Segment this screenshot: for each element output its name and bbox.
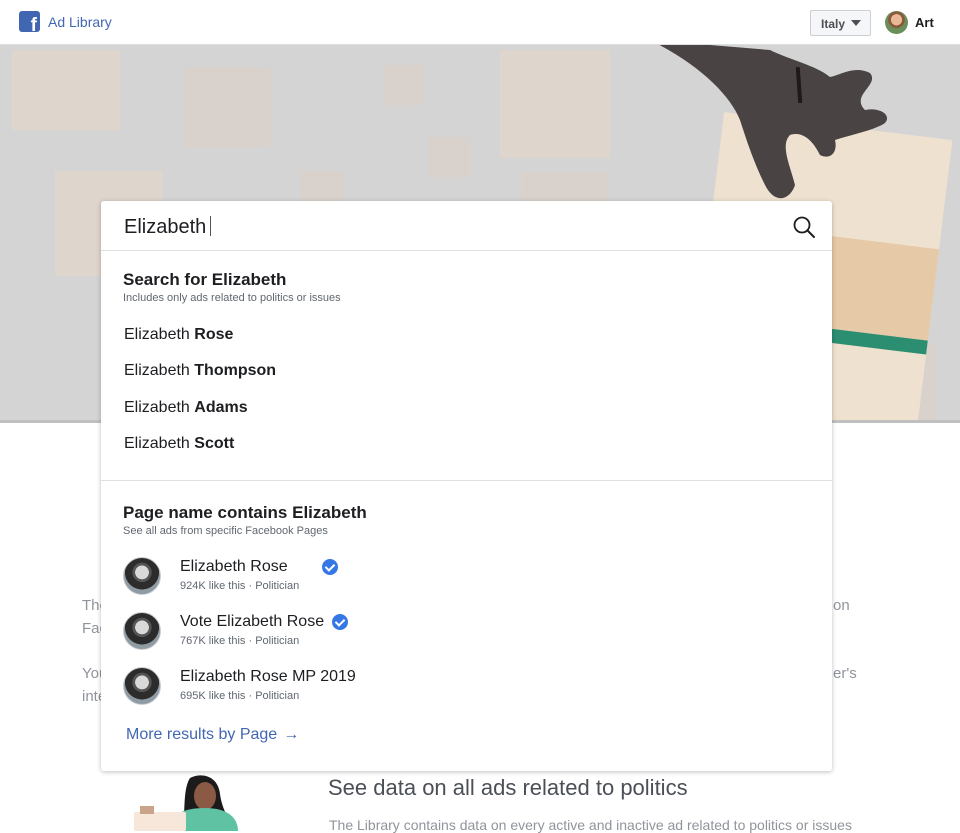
suggestion-match: Adams	[194, 399, 248, 416]
country-select[interactable]: Italy	[810, 10, 871, 36]
chevron-down-icon	[851, 20, 861, 26]
verified-badge-icon	[332, 614, 348, 630]
page-meta: 767K like this · Politician	[180, 635, 300, 647]
page-name: Elizabeth Rose	[180, 558, 288, 575]
suggestion-prefix: Elizabeth	[124, 362, 195, 379]
suggestion-prefix: Elizabeth	[124, 399, 195, 416]
avatar[interactable]	[885, 11, 908, 34]
suggestion-prefix: Elizabeth	[124, 435, 195, 452]
page-result-row[interactable]: Elizabeth Rose 924K like this · Politici…	[101, 557, 832, 607]
suggestion-match: Scott	[194, 435, 235, 452]
search-dropdown: Elizabeth Search for Elizabeth Includes …	[101, 201, 832, 771]
search-input[interactable]: Elizabeth	[124, 216, 212, 239]
search-icon[interactable]	[792, 215, 816, 239]
facebook-logo-icon[interactable]: f	[19, 11, 40, 32]
country-select-value: Italy	[821, 17, 846, 31]
hero-ad-card	[300, 171, 344, 201]
suggestion-item[interactable]: Elizabeth Scott	[124, 435, 234, 453]
section-title: See data on all ads related to politics	[328, 775, 688, 800]
intro-text-fragment: er's	[833, 665, 857, 682]
page-result-row[interactable]: Vote Elizabeth Rose 767K like this · Pol…	[101, 612, 832, 662]
verified-badge-icon	[322, 559, 338, 575]
page-meta: 695K like this · Politician	[180, 690, 300, 702]
group-divider	[101, 480, 832, 481]
search-group-subtitle: Includes only ads related to politics or…	[123, 292, 341, 304]
search-query: Elizabeth	[124, 216, 207, 238]
page-meta: 924K like this · Politician	[180, 580, 300, 592]
page-name: Elizabeth Rose MP 2019	[180, 668, 356, 685]
avatar	[123, 557, 161, 595]
person-illustration	[134, 775, 238, 831]
more-results-link[interactable]: More results by Page →	[126, 726, 299, 744]
search-group-title: Search for Elizabeth	[123, 270, 287, 289]
page-result-row[interactable]: Elizabeth Rose MP 2019 695K like this · …	[101, 667, 832, 717]
hero-ad-card	[428, 137, 470, 177]
page-name: Vote Elizabeth Rose	[180, 613, 325, 630]
page-group-subtitle: See all ads from specific Facebook Pages	[123, 525, 328, 537]
user-name-link[interactable]: Art	[915, 15, 934, 30]
more-results-label: More results by Page	[126, 726, 278, 743]
suggestion-prefix: Elizabeth	[124, 326, 195, 343]
suggestion-item[interactable]: Elizabeth Adams	[124, 399, 248, 417]
hero-ad-card	[500, 50, 610, 158]
avatar	[123, 612, 161, 650]
suggestion-match: Thompson	[194, 362, 277, 379]
ad-library-link[interactable]: Ad Library	[48, 14, 112, 30]
suggestion-item[interactable]: Elizabeth Thompson	[124, 362, 276, 380]
hero-ad-card	[522, 173, 608, 203]
avatar	[123, 667, 161, 705]
suggestion-match: Rose	[194, 326, 234, 343]
arrow-right-icon: →	[283, 726, 300, 743]
text-cursor	[210, 216, 212, 236]
intro-text-fragment: on	[833, 597, 850, 614]
suggestion-item[interactable]: Elizabeth Rose	[124, 326, 233, 344]
hand-illustration	[659, 45, 887, 199]
top-bar: f Ad Library Italy Art	[0, 0, 960, 45]
page-group-title: Page name contains Elizabeth	[123, 503, 367, 522]
search-bar[interactable]: Elizabeth	[101, 201, 832, 251]
hero-ad-card	[185, 67, 271, 147]
hero-ad-card	[383, 65, 425, 105]
hero-ad-card	[12, 50, 120, 130]
